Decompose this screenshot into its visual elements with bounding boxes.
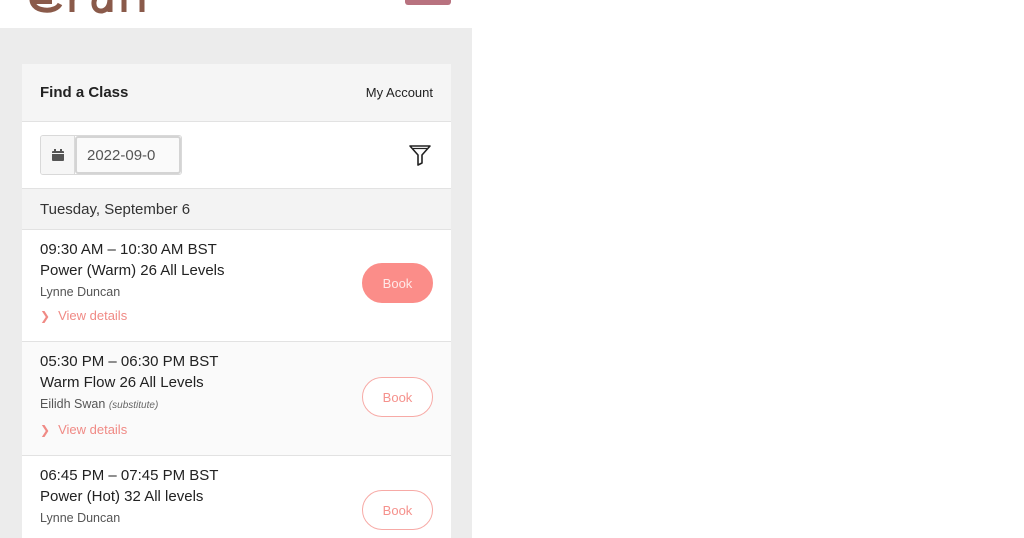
- chevron-right-icon: ❯: [40, 308, 51, 323]
- class-row: 06:45 PM – 07:45 PM BST Power (Hot) 32 A…: [22, 456, 451, 538]
- date-picker[interactable]: [40, 135, 182, 175]
- teacher-name: Lynne Duncan: [40, 285, 121, 299]
- hamburger-icon[interactable]: [405, 0, 451, 5]
- page: Find a Class My Account 2022-09-0 Tuesda…: [0, 0, 1024, 538]
- calendar-icon[interactable]: [41, 136, 75, 174]
- teacher-name: Eilidh Swan: [40, 397, 106, 411]
- date-field[interactable]: [75, 136, 181, 174]
- view-details-label: View details: [58, 308, 128, 323]
- view-details-link[interactable]: ❯ View details: [40, 308, 433, 323]
- widget-header: Find a Class My Account: [22, 64, 451, 122]
- chevron-right-icon: ❯: [40, 422, 51, 437]
- widget-title: Find a Class: [40, 84, 129, 101]
- teacher-name: Lynne Duncan: [40, 511, 121, 525]
- filter-icon[interactable]: [407, 142, 433, 168]
- book-button[interactable]: Book: [362, 377, 433, 417]
- book-button[interactable]: Book: [362, 263, 433, 303]
- filter-controls: [22, 122, 451, 189]
- studio-logo[interactable]: [22, 0, 162, 14]
- class-row: 09:30 AM – 10:30 AM BST Power (Warm) 26 …: [22, 230, 451, 342]
- view-details-link[interactable]: ❯ View details: [40, 422, 433, 437]
- class-time: 09:30 AM – 10:30 AM BST: [40, 241, 217, 258]
- class-time: 06:45 PM – 07:45 PM BST: [40, 467, 219, 484]
- site-header: [0, 0, 472, 28]
- day-heading: Tuesday, September 6: [22, 189, 451, 230]
- class-finder-widget: Find a Class My Account 2022-09-0 Tuesda…: [22, 64, 451, 538]
- booking-panel: Find a Class My Account 2022-09-0 Tuesda…: [0, 0, 472, 538]
- book-button[interactable]: Book: [362, 490, 433, 530]
- class-row: 05:30 PM – 06:30 PM BST Warm Flow 26 All…: [22, 342, 451, 456]
- substitute-tag: (substitute): [108, 400, 159, 411]
- view-details-label: View details: [58, 422, 128, 437]
- my-account-link[interactable]: My Account: [366, 85, 433, 100]
- class-time: 05:30 PM – 06:30 PM BST: [40, 353, 219, 370]
